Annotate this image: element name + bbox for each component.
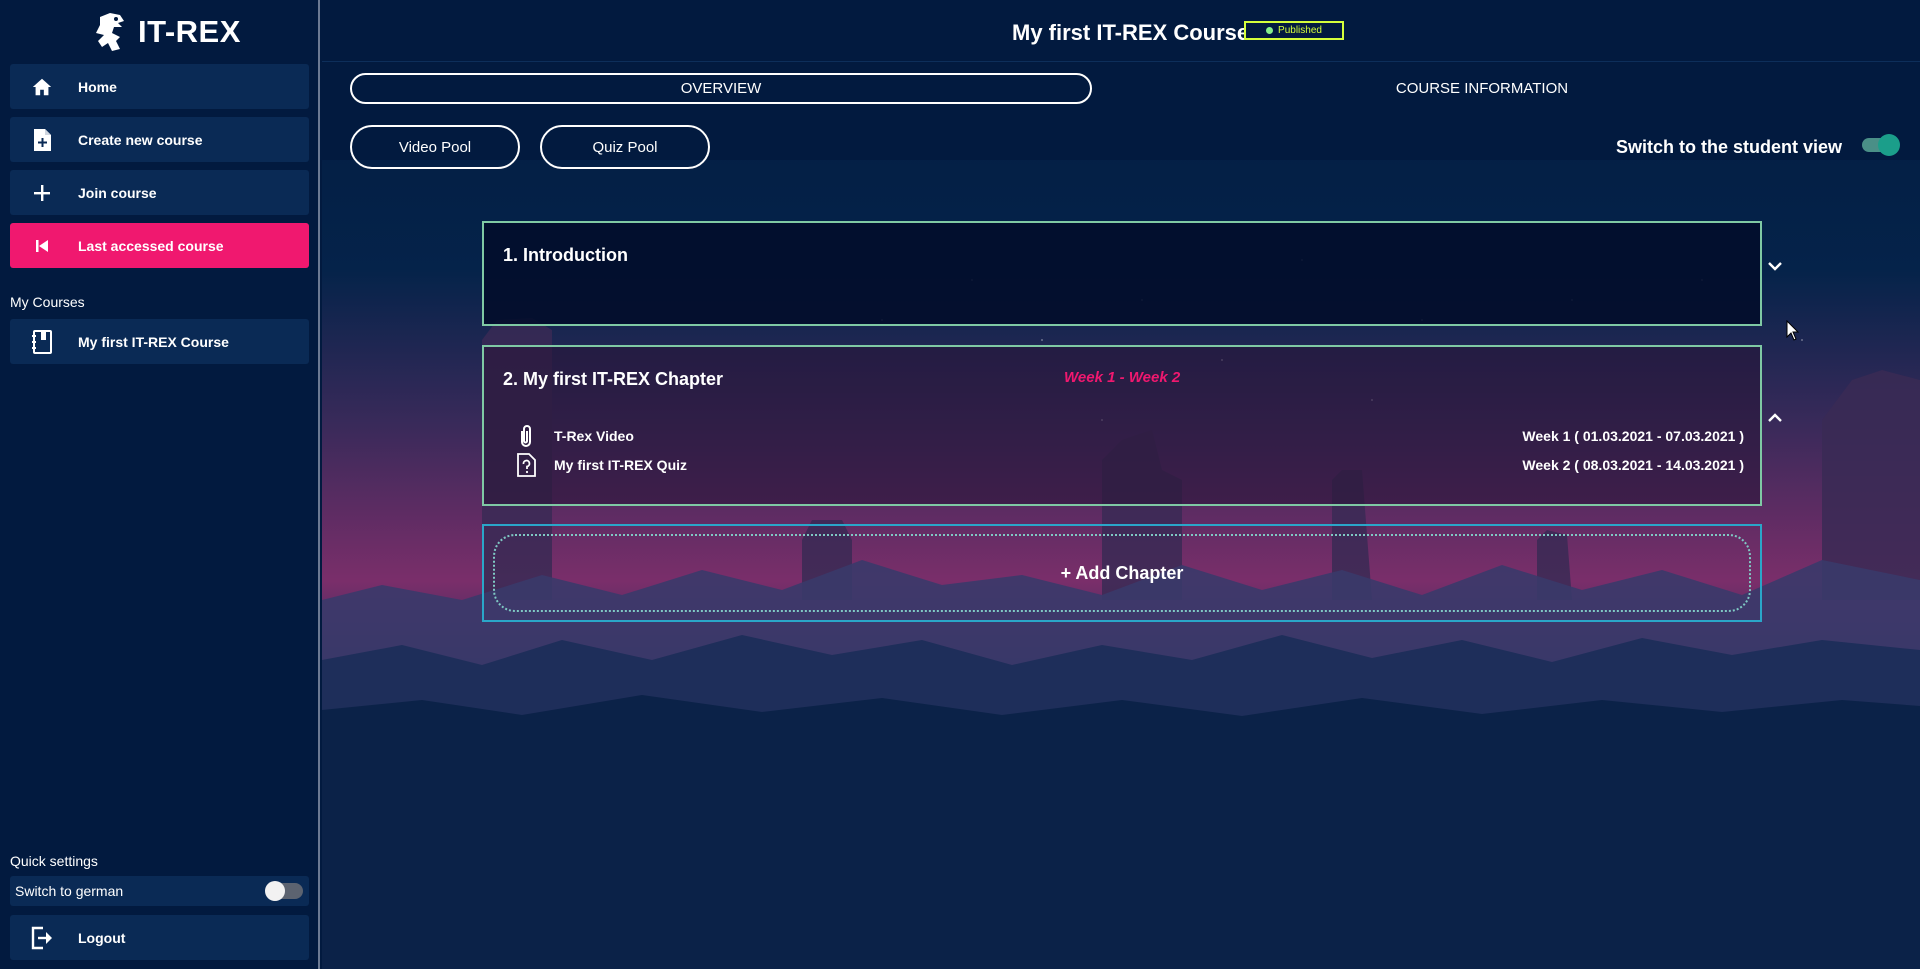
notebook-icon <box>30 329 54 354</box>
quiz-pool-button[interactable]: Quiz Pool <box>540 125 710 169</box>
content-week: Week 2 ( 08.03.2021 - 14.03.2021 ) <box>1522 457 1744 473</box>
paperclip-icon <box>514 423 538 449</box>
nav-home-label: Home <box>78 78 117 95</box>
t-rex-logo-icon <box>96 13 124 51</box>
my-courses-heading: My Courses <box>10 294 85 310</box>
content-item[interactable]: My first IT-REX Quiz Week 2 ( 08.03.2021… <box>514 452 1744 478</box>
add-chapter-container: + Add Chapter <box>482 524 1762 622</box>
course-title: My first IT-REX Course <box>1012 20 1250 45</box>
main-content: My first IT-REX Course Published OVERVIE… <box>322 0 1920 969</box>
switch-german-toggle[interactable] <box>265 881 303 901</box>
nav-last-accessed-label: Last accessed course <box>78 237 224 254</box>
plus-icon <box>30 181 54 205</box>
video-pool-button[interactable]: Video Pool <box>350 125 520 169</box>
home-icon <box>30 75 54 99</box>
nav-home[interactable]: Home <box>10 64 309 109</box>
chevron-down-icon[interactable] <box>1765 256 1785 276</box>
logout-icon <box>30 926 54 950</box>
mouse-cursor-icon <box>1786 320 1800 341</box>
quiz-icon <box>514 452 538 478</box>
toggle-knob <box>265 881 285 901</box>
chapter-card[interactable]: 1. Introduction <box>482 221 1762 326</box>
status-badge: Published <box>1244 21 1344 40</box>
nav-join-course-label: Join course <box>78 184 157 201</box>
status-text: Published <box>1278 25 1322 36</box>
course-header: My first IT-REX Course Published <box>322 0 1920 62</box>
nav-create-course-label: Create new course <box>78 131 203 148</box>
chapter-week-range: Week 1 - Week 2 <box>1064 369 1181 386</box>
switch-german-label: Switch to german <box>15 883 124 899</box>
course-item-label: My first IT-REX Course <box>78 333 229 350</box>
content-name: T-Rex Video <box>554 428 634 444</box>
toggle-knob <box>1878 134 1900 156</box>
chapter-title: 1. Introduction <box>503 245 628 265</box>
status-dot-icon <box>1266 27 1274 34</box>
quick-settings-heading: Quick settings <box>10 853 98 869</box>
tab-course-information[interactable]: COURSE INFORMATION <box>1182 73 1782 104</box>
content-name: My first IT-REX Quiz <box>554 457 688 473</box>
chevron-up-icon[interactable] <box>1765 408 1785 428</box>
content-item[interactable]: T-Rex Video Week 1 ( 01.03.2021 - 07.03.… <box>514 423 1744 449</box>
content-week: Week 1 ( 01.03.2021 - 07.03.2021 ) <box>1522 428 1744 444</box>
tab-overview[interactable]: OVERVIEW <box>350 73 1092 104</box>
course-item-my-first-itrex-course[interactable]: My first IT-REX Course <box>10 319 309 364</box>
logout-label: Logout <box>78 929 126 946</box>
nav-last-accessed-course[interactable]: Last accessed course <box>10 223 309 268</box>
chapter-title: 2. My first IT-REX Chapter <box>503 369 724 389</box>
student-view-toggle[interactable] <box>1862 134 1900 156</box>
app-logo[interactable]: IT-REX <box>90 8 241 56</box>
app-name: IT-REX <box>138 14 241 49</box>
skip-back-icon <box>30 234 54 258</box>
student-view-label: Switch to the student view <box>1616 137 1843 157</box>
chapter-card[interactable]: 2. My first IT-REX Chapter Week 1 - Week… <box>482 345 1762 506</box>
add-file-icon <box>30 128 54 152</box>
nav-join-course[interactable]: Join course <box>10 170 309 215</box>
switch-german-row: Switch to german <box>10 876 309 906</box>
add-chapter-button[interactable]: + Add Chapter <box>493 534 1751 612</box>
sidebar: IT-REX Home Create new course Join cours… <box>0 0 320 969</box>
nav-create-course[interactable]: Create new course <box>10 117 309 162</box>
logout-button[interactable]: Logout <box>10 915 309 960</box>
